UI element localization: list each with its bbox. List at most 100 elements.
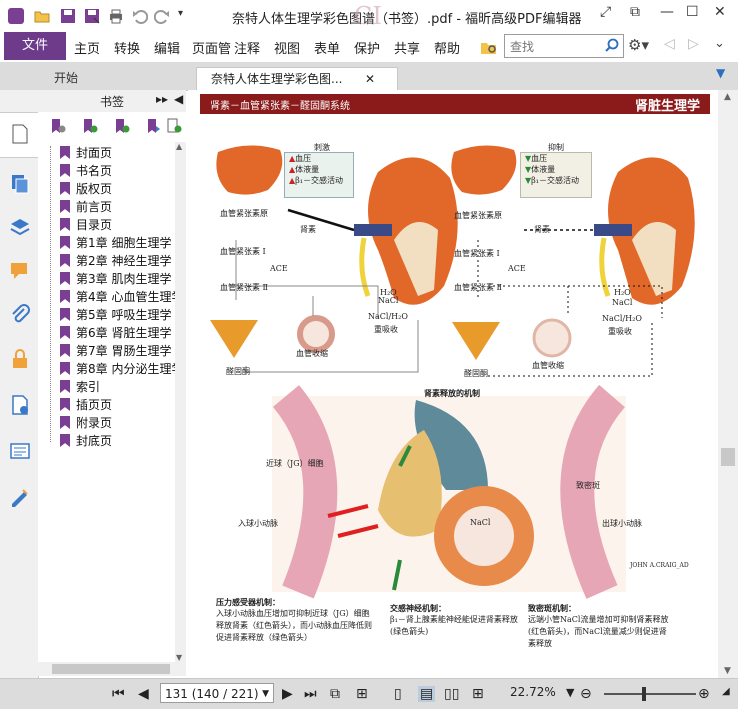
- scroll-down-icon[interactable]: ▼: [176, 653, 182, 662]
- menu-help[interactable]: 帮助: [434, 38, 460, 57]
- bookmark-item[interactable]: 第5章 呼吸生理学: [60, 306, 171, 324]
- layers-panel-icon[interactable]: [9, 216, 31, 238]
- maximize-button[interactable]: ☐: [686, 4, 699, 20]
- bookmark-item[interactable]: 插页页: [60, 396, 112, 414]
- panel-collapse-icon[interactable]: ◀: [174, 92, 183, 106]
- label-efferent: 出球小动脉: [602, 519, 642, 528]
- menu-share[interactable]: 共享: [394, 38, 420, 57]
- save-icon[interactable]: [60, 8, 76, 24]
- bookmark-item[interactable]: 版权页: [60, 180, 112, 198]
- open-folder-icon[interactable]: [34, 8, 50, 24]
- continuous-view-icon[interactable]: ▤: [418, 686, 436, 702]
- scroll-thumb[interactable]: [52, 664, 170, 674]
- menu-bar: 文件 主页 转换 编辑 页面管 注释 视图 表单 保护 共享 帮助 ⚙▾ ◁ ▷…: [0, 32, 738, 62]
- menu-view[interactable]: 视图: [274, 38, 300, 57]
- scroll-up-icon[interactable]: ▲: [724, 92, 731, 102]
- arrow-renin-left: [287, 208, 355, 232]
- menu-edit[interactable]: 编辑: [154, 38, 180, 57]
- bookmark-item[interactable]: 第6章 肾脏生理学: [60, 324, 171, 342]
- pages-panel-icon[interactable]: [9, 172, 31, 194]
- zoom-out-icon[interactable]: ⊖: [580, 686, 592, 702]
- menu-home[interactable]: 主页: [74, 38, 100, 57]
- last-page-icon[interactable]: ⏭: [304, 686, 317, 702]
- bookmark-item[interactable]: 第8章 内分泌生理学: [60, 360, 175, 378]
- document-viewport[interactable]: 肾素－血管紧张素－醛固酮系统 肾脏生理学 刺激 ▲血压 ▲体液量 ▲β₁－交感活…: [188, 90, 718, 678]
- continuous-facing-view-icon[interactable]: ⊞: [472, 686, 484, 702]
- minimize-button[interactable]: —: [660, 4, 674, 20]
- delete-bookmark-icon[interactable]: [50, 118, 66, 134]
- attachments-panel-icon[interactable]: [9, 304, 31, 326]
- bookmark-item[interactable]: 封底页: [60, 432, 112, 450]
- bookmark-horizontal-scrollbar[interactable]: [38, 662, 186, 676]
- bookmark-item[interactable]: 前言页: [60, 198, 112, 216]
- undo-icon[interactable]: [132, 8, 148, 24]
- bookmark-flag-icon[interactable]: [146, 118, 162, 134]
- search-input[interactable]: [508, 37, 604, 57]
- bookmark-item[interactable]: 附录页: [60, 414, 112, 432]
- zoom-dropdown-icon[interactable]: ▼: [566, 686, 574, 699]
- quick-access-dropdown-icon[interactable]: ▾: [178, 8, 183, 19]
- bookmark-vertical-scrollbar[interactable]: ▲ ▼: [175, 142, 186, 662]
- bookmark-tab-selected[interactable]: [0, 112, 38, 158]
- facing-view-icon[interactable]: ▯▯: [444, 686, 459, 702]
- add-bookmark-icon[interactable]: [82, 118, 98, 134]
- bookmark-item[interactable]: 封面页: [60, 144, 112, 162]
- restore-icon[interactable]: ⧉: [630, 4, 640, 20]
- content-list-icon[interactable]: [9, 440, 31, 462]
- prev-page-icon[interactable]: ◀: [138, 686, 149, 702]
- fullscreen-icon[interactable]: ⤢: [600, 4, 611, 20]
- menu-protect[interactable]: 保护: [354, 38, 380, 57]
- menu-convert[interactable]: 转换: [114, 38, 140, 57]
- tab-list-dropdown-icon[interactable]: ▼: [716, 66, 725, 80]
- resize-grip-icon[interactable]: ◢: [722, 686, 730, 697]
- insert-page-icon[interactable]: ⊞: [356, 686, 368, 702]
- security-lock-icon[interactable]: [9, 348, 31, 370]
- bookmark-item[interactable]: 第4章 心血管生理学: [60, 288, 175, 306]
- page-number-field[interactable]: 131 (140 / 221) ▼: [160, 683, 274, 703]
- bookmark-item[interactable]: 目录页: [60, 216, 112, 234]
- nav-forward-icon[interactable]: ▷: [688, 36, 699, 52]
- zoom-slider-track[interactable]: [604, 693, 696, 695]
- next-page-icon[interactable]: ▶: [282, 686, 293, 702]
- bookmark-item[interactable]: 第7章 胃肠生理学: [60, 342, 171, 360]
- menu-page-manage[interactable]: 页面管: [192, 38, 232, 57]
- scroll-thumb[interactable]: [721, 448, 735, 466]
- bookmark-page-icon[interactable]: [166, 118, 182, 134]
- tab-close-icon[interactable]: ✕: [365, 68, 375, 91]
- panel-expand-icon[interactable]: ▸▸: [156, 92, 168, 106]
- scroll-down-icon[interactable]: ▼: [724, 666, 731, 676]
- first-page-icon[interactable]: ⏮: [112, 686, 125, 702]
- zoom-in-icon[interactable]: ⊕: [698, 686, 710, 702]
- caption-sympathetic: 交感神经机制： β₁－肾上腺素能神经能促进肾素释放(绿色箭头): [390, 603, 518, 636]
- document-properties-icon[interactable]: [9, 394, 31, 416]
- zoom-slider-handle[interactable]: [642, 687, 646, 701]
- menu-form[interactable]: 表单: [314, 38, 340, 57]
- save-as-icon[interactable]: [84, 8, 100, 24]
- single-page-view-icon[interactable]: ▯: [394, 686, 402, 702]
- redo-icon[interactable]: [154, 8, 170, 24]
- bookmark-item[interactable]: 第3章 肌肉生理学: [60, 270, 171, 288]
- file-menu-button[interactable]: 文件: [4, 32, 66, 60]
- document-vertical-scrollbar[interactable]: ▲ ▼: [718, 90, 738, 678]
- menu-annotate[interactable]: 注释: [234, 38, 260, 57]
- tab-document[interactable]: 奈特人体生理学彩色图... ✕: [196, 67, 398, 91]
- comments-panel-icon[interactable]: [9, 260, 31, 282]
- settings-gear-icon[interactable]: ⚙▾: [628, 36, 649, 54]
- tab-start[interactable]: 开始: [40, 67, 204, 90]
- close-button[interactable]: ✕: [714, 4, 726, 20]
- bookmark-item[interactable]: 索引: [60, 378, 100, 396]
- scroll-up-icon[interactable]: ▲: [176, 142, 182, 151]
- signature-tool-icon[interactable]: [9, 486, 31, 508]
- add-child-bookmark-icon[interactable]: [114, 118, 130, 134]
- bookmark-item[interactable]: 第1章 细胞生理学: [60, 234, 171, 252]
- search-icon[interactable]: [605, 38, 619, 52]
- ribbon-collapse-icon[interactable]: ⌄: [714, 36, 725, 51]
- bookmark-tree: 封面页 书名页 版权页 前言页 目录页 第1章 细胞生理学 第2章 神经生理学 …: [38, 142, 175, 662]
- print-icon[interactable]: [108, 8, 124, 24]
- nav-back-icon[interactable]: ◁: [664, 36, 675, 52]
- bookmark-item[interactable]: 书名页: [60, 162, 112, 180]
- bookmark-item[interactable]: 第2章 神经生理学: [60, 252, 171, 270]
- export-page-icon[interactable]: ⧉: [330, 686, 340, 702]
- page-dropdown-icon[interactable]: ▼: [262, 684, 269, 704]
- find-folder-icon[interactable]: [480, 38, 498, 56]
